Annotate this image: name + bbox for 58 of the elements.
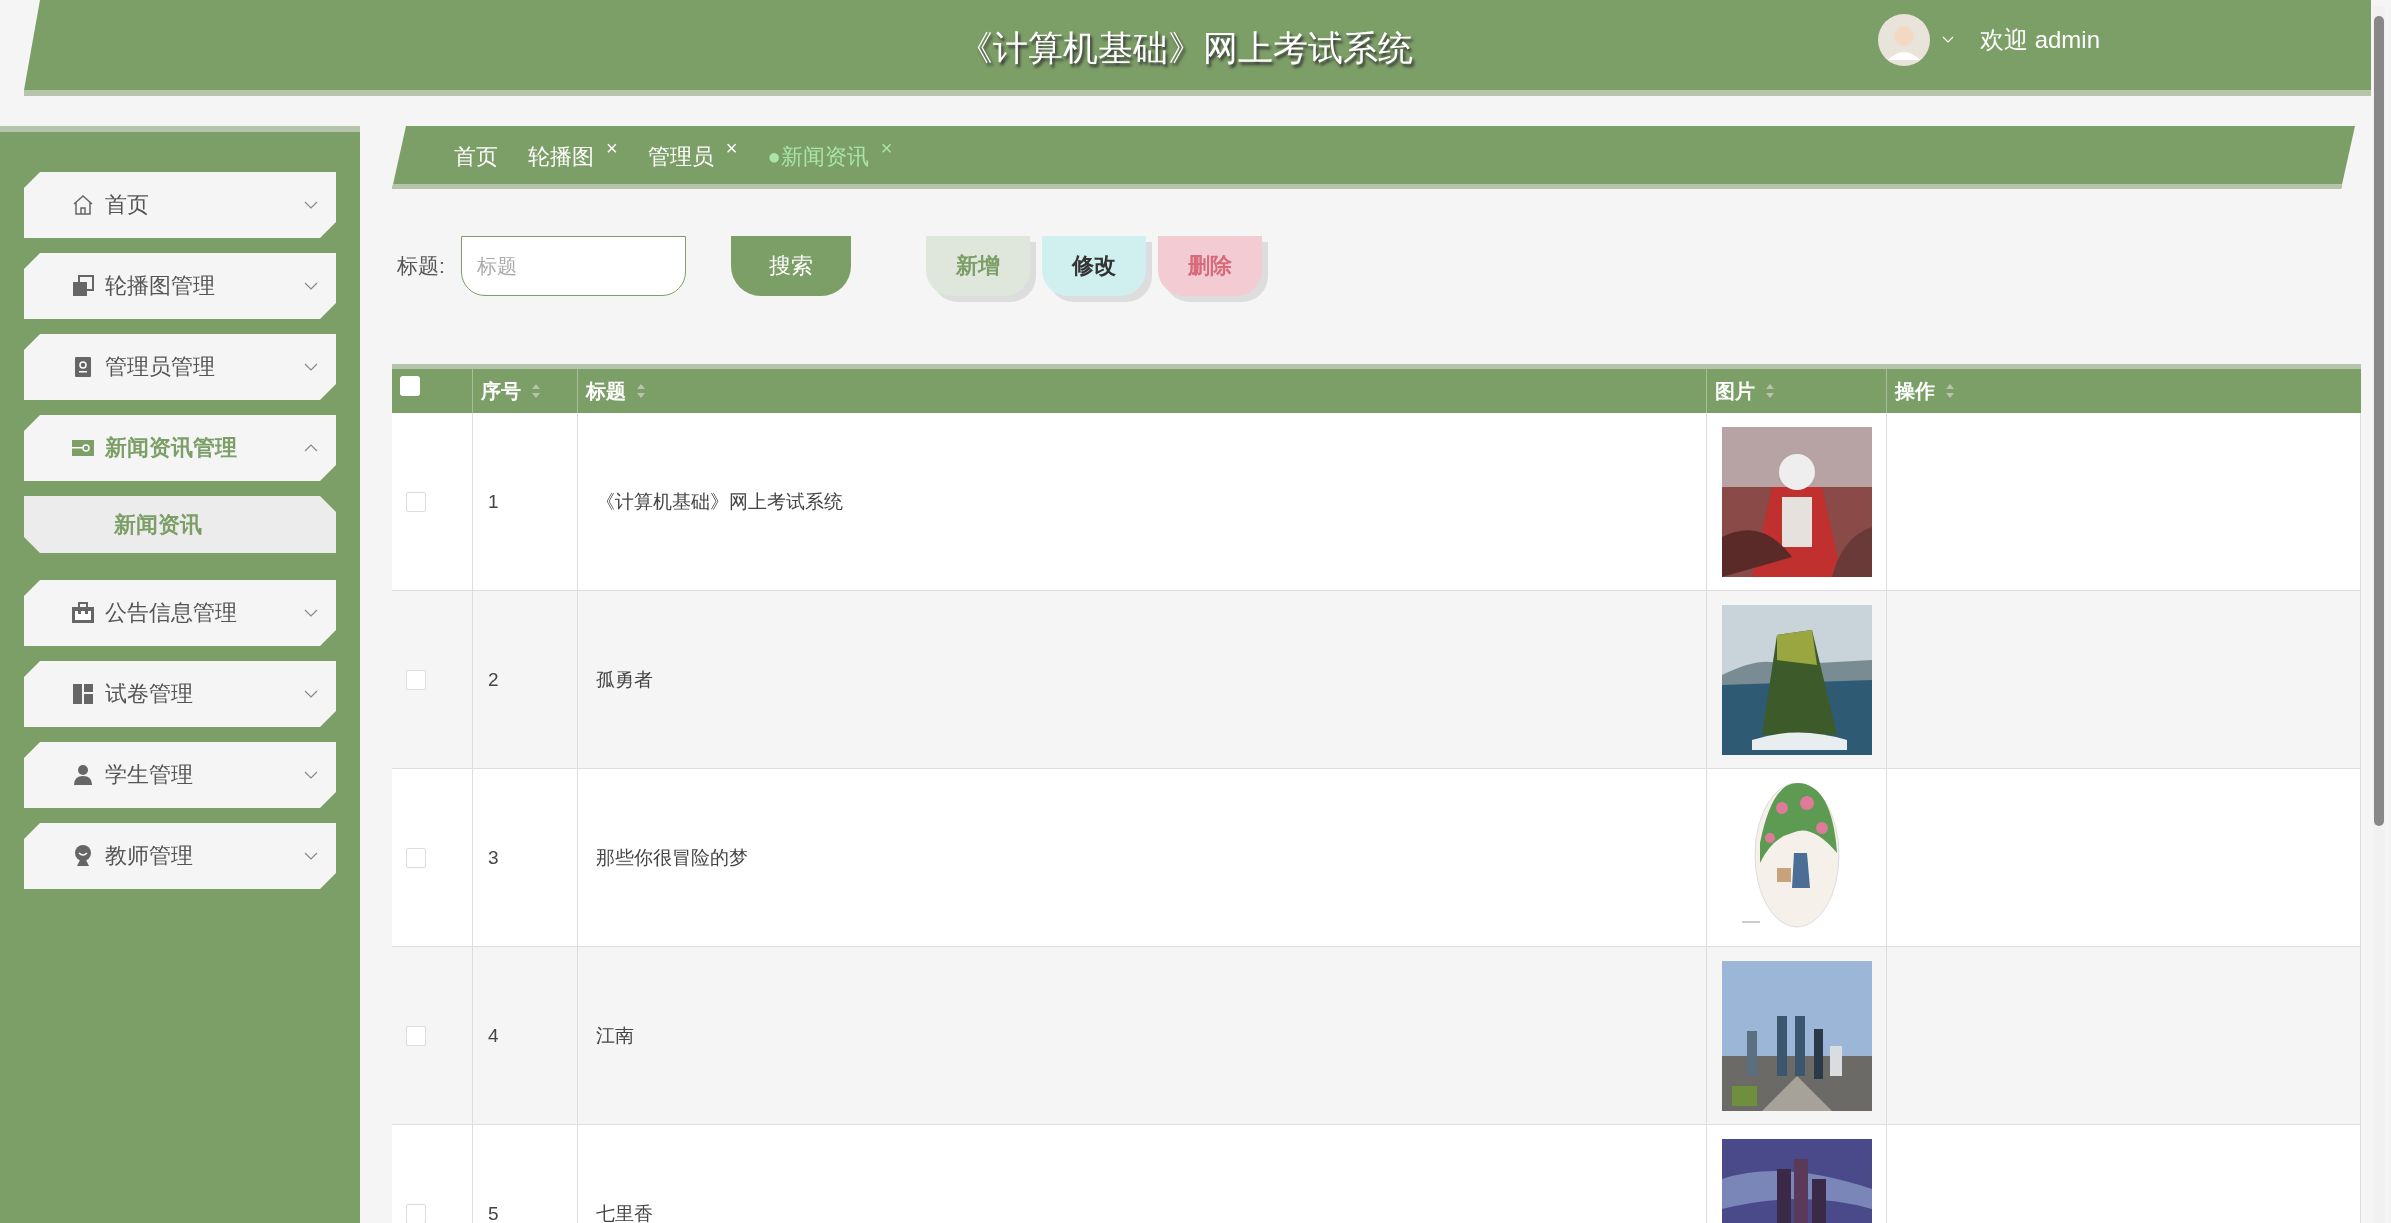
column-header[interactable]: 操作 bbox=[1887, 369, 2361, 413]
menu-item[interactable]: 公告信息管理 bbox=[24, 580, 336, 646]
tab[interactable]: 管理员 bbox=[647, 138, 714, 172]
layout-icon bbox=[71, 682, 95, 706]
tab[interactable]: 首页 bbox=[454, 138, 498, 172]
checkbox[interactable] bbox=[400, 376, 420, 396]
caret-icon bbox=[304, 282, 318, 290]
table-cell-text: 孤勇者 bbox=[596, 667, 653, 692]
copy-icon bbox=[71, 274, 95, 298]
menu-item[interactable]: 试卷管理 bbox=[24, 661, 336, 727]
caret-icon bbox=[304, 852, 318, 860]
sort-icon[interactable] bbox=[636, 383, 646, 399]
caret-icon bbox=[304, 363, 318, 371]
user-icon bbox=[71, 763, 95, 787]
checkbox[interactable] bbox=[406, 847, 426, 868]
table-cell-text: 江南 bbox=[596, 1023, 634, 1048]
table-cell-text: 那些你很冒险的梦 bbox=[596, 845, 748, 870]
menu-item[interactable]: 管理员管理 bbox=[24, 334, 336, 400]
checkbox[interactable] bbox=[406, 491, 426, 512]
checkbox[interactable] bbox=[406, 669, 426, 690]
sort-icon[interactable] bbox=[531, 383, 541, 399]
field-label: 标题: bbox=[397, 253, 445, 279]
caret-icon bbox=[304, 444, 318, 452]
checkbox[interactable] bbox=[406, 1025, 426, 1046]
sort-icon[interactable] bbox=[1945, 383, 1955, 399]
caret-icon bbox=[304, 609, 318, 617]
menu-item[interactable]: 首页 bbox=[24, 172, 336, 238]
sort-icon[interactable] bbox=[1765, 383, 1775, 399]
menu-item[interactable]: 教师管理 bbox=[24, 823, 336, 889]
table-cell: 5 bbox=[488, 1202, 499, 1223]
caret-icon bbox=[304, 201, 318, 209]
tab[interactable]: ●新闻资讯 bbox=[767, 138, 869, 172]
home-icon bbox=[71, 193, 95, 217]
tab[interactable]: 轮播图 bbox=[528, 138, 594, 172]
caret-icon bbox=[304, 771, 318, 779]
avatar-icon[interactable] bbox=[1878, 14, 1930, 66]
close-icon[interactable]: × bbox=[880, 138, 893, 158]
table-cell-text: 《计算机基础》网上考试系统 bbox=[596, 489, 843, 514]
submenu-item[interactable]: 新闻资讯 bbox=[24, 496, 336, 553]
close-icon[interactable]: × bbox=[725, 138, 738, 158]
menu-item[interactable]: 学生管理 bbox=[24, 742, 336, 808]
search-field[interactable]: 标题 bbox=[460, 236, 686, 296]
table-cell-text: 七里香 bbox=[596, 1201, 653, 1223]
system-title: 《计算机基础》网上考试系统 bbox=[958, 26, 1413, 69]
scrollbar[interactable] bbox=[2373, 6, 2385, 1223]
menu-item[interactable]: 轮播图管理 bbox=[24, 253, 336, 319]
checkbox[interactable] bbox=[406, 1203, 426, 1223]
search-button[interactable]: 搜索 bbox=[730, 236, 851, 296]
close-icon[interactable]: × bbox=[606, 138, 618, 158]
table-cell: 4 bbox=[488, 1024, 499, 1047]
table-cell: 3 bbox=[488, 846, 499, 869]
caret-icon[interactable] bbox=[1942, 36, 1954, 44]
table-cell: 1 bbox=[488, 490, 499, 513]
menu-item[interactable]: 新闻资讯管理 bbox=[24, 415, 336, 481]
table-cell: 2 bbox=[488, 668, 499, 691]
briefcase-icon bbox=[71, 601, 95, 625]
caret-icon bbox=[304, 690, 318, 698]
welcome-text: 欢迎 admin bbox=[1980, 25, 2101, 55]
